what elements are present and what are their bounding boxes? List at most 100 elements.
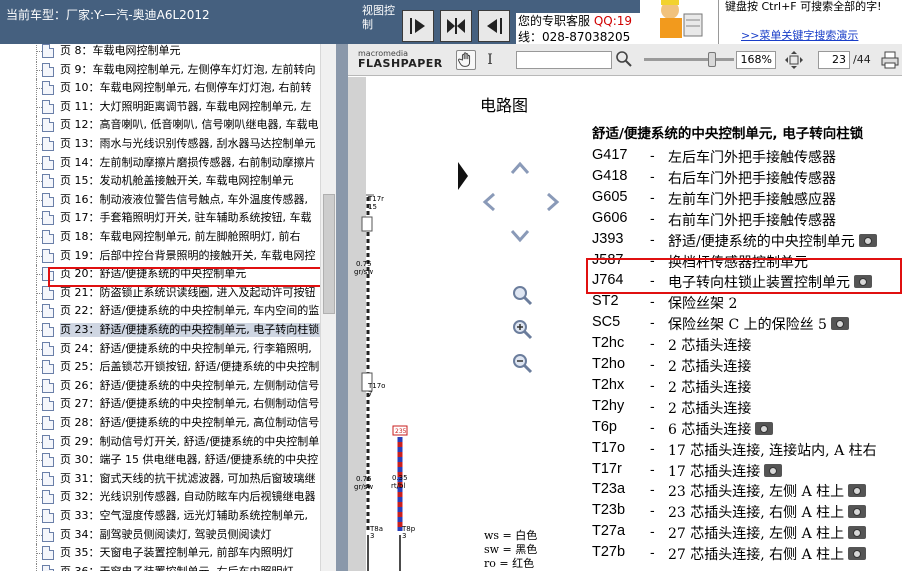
tree-item[interactable]: 页 17：手套箱照明灯开关, 驻车辅助系统按钮, 车载 [0,209,320,228]
tree-item[interactable]: 页 28：舒适/便捷系统的中央控制单元, 高位制动信号 [0,414,320,432]
tree-item-label[interactable]: 页 28：舒适/便捷系统的中央控制单元, 高位制动信号 [60,416,320,430]
tree-item-label[interactable]: 页 31：窗式天线的抗干扰滤波器, 可加热后窗玻璃继 [60,472,320,486]
tree-item-label[interactable]: 页 10：车载电网控制单元, 右侧停车灯灯泡, 右前转 [60,81,320,95]
tree-item-label[interactable]: 页 35：天窗电子装置控制单元, 前部车内照明灯 [60,546,320,560]
tree-item-label[interactable]: 页 19：后部中控台背景照明的接触开关, 车载电网控 [60,249,320,263]
collapse-arrow-icon[interactable] [458,162,468,190]
zoom-slider-track[interactable] [644,58,734,61]
camera-icon[interactable] [848,526,867,540]
tree-item[interactable]: 页 25：后盖锁芯开锁按钮, 舒适/便捷系统的中央控制 [0,358,320,377]
page-number-field[interactable]: 23 [818,51,850,69]
tree-item-label[interactable]: 页 24：舒适/便捷系统的中央控制单元, 行李箱照明, [60,342,320,356]
tree-item[interactable]: 页 12：高音喇叭, 低音喇叭, 信号喇叭继电器, 车载电 [0,116,320,135]
tree-item-label[interactable]: 页 13：雨水与光线识别传感器, 刮水器马达控制单元 [60,137,320,151]
zoom-out-icon[interactable] [511,352,533,374]
page-doc-icon [42,546,54,561]
tree-item-label[interactable]: 页 25：后盖锁芯开锁按钮, 舒适/便捷系统的中央控制 [60,360,320,374]
pan-right-icon[interactable] [541,191,563,213]
separator: - [650,188,655,205]
camera-icon[interactable] [858,233,877,247]
tree-scrollbar-thumb[interactable] [323,194,335,314]
wire-label-15: 3 [402,532,406,540]
tree-item-label[interactable]: 页 32：光线识别传感器, 自动防眩车内后视镜继电器 [60,490,320,504]
tree-item-label[interactable]: 页 30：端子 15 供电继电器, 舒适/便捷系统的中央控 [60,453,320,467]
tree-item[interactable]: 页 30：端子 15 供电继电器, 舒适/便捷系统的中央控 [0,451,320,470]
camera-icon[interactable] [848,484,867,498]
component-desc-text: 右后车门外把手接触传感器 [668,170,836,187]
page-doc-icon [42,397,54,412]
magnifier-icon[interactable] [511,284,533,306]
tree-item[interactable]: 页 24：舒适/便捷系统的中央控制单元, 行李箱照明, [0,339,320,358]
search-field[interactable] [516,51,612,69]
tree-item-label[interactable]: 页 27：舒适/便捷系统的中央控制单元, 右侧制动信号 [60,397,320,411]
zoom-slider-knob[interactable] [708,52,716,67]
tree-item[interactable]: 页 19：后部中控台背景照明的接触开关, 车载电网控 [0,246,320,265]
print-icon[interactable] [880,50,900,70]
go-right-button[interactable] [402,10,434,42]
tree-item[interactable]: 页 9：车载电网控制单元, 左侧停车灯灯泡, 左前转向 [0,60,320,79]
pan-down-icon[interactable] [509,224,531,246]
go-left-button[interactable] [478,10,510,42]
document-view[interactable]: T17r 15 0.75 gr/sw T17o 7 0.75 gr/sw 235… [348,77,902,571]
fit-page-icon[interactable] [784,50,804,70]
tree-scrollbar[interactable] [320,44,336,571]
tree-item[interactable]: 页 27：舒适/便捷系统的中央控制单元, 右侧制动信号 [0,395,320,414]
camera-icon[interactable] [755,421,774,435]
tree-item[interactable]: 页 15：发动机舱盖接触开关, 车载电网控制单元 [0,172,320,191]
tree-item[interactable]: 页 16：制动液液位警告信号触点, 车外温度传感器, [0,190,320,209]
tree-item[interactable]: 页 36：天窗电子装置控制单元, 右后车内照明灯 [0,562,320,571]
panel-divider[interactable] [336,44,348,571]
tree-item-label[interactable]: 页 17：手套箱照明灯开关, 驻车辅助系统按钮, 车载 [60,211,320,225]
zoom-in-icon[interactable] [511,318,533,340]
component-code: T27a [592,523,626,540]
split-view-button[interactable] [440,10,472,42]
tree-item[interactable]: 页 8：车载电网控制单元 [0,44,320,60]
tree-item-label[interactable]: 页 18：车载电网控制单元, 前左脚舱照明灯, 前右 [60,230,320,244]
support-label: 您的专职客服 [518,14,591,28]
flashpaper-toolbar: macromedia FLASHPAPER I 168% 23 /44 [348,44,902,76]
tree-item-label[interactable]: 页 15：发动机舱盖接触开关, 车载电网控制单元 [60,174,320,188]
tree-item[interactable]: 页 26：舒适/便捷系统的中央控制单元, 左侧制动信号 [0,376,320,395]
tree-item-label[interactable]: 页 16：制动液液位警告信号触点, 车外温度传感器, [60,193,320,207]
tree-item[interactable]: 页 29：制动信号灯开关, 舒适/便捷系统的中央控制单 [0,432,320,451]
tree-item-label[interactable]: 页 29：制动信号灯开关, 舒适/便捷系统的中央控制单 [60,435,320,449]
tree-item[interactable]: 页 13：雨水与光线识别传感器, 刮水器马达控制单元 [0,135,320,153]
camera-icon[interactable] [764,463,783,477]
support-qq[interactable]: QQ:19 [594,14,632,28]
ad-search-demo-link[interactable]: >>菜单关键字搜索演示 [741,27,858,43]
tree-item-label[interactable]: 页 11：大灯照明距离调节器, 车载电网控制单元, 左 [60,100,320,114]
tree-item[interactable]: 页 31：窗式天线的抗干扰滤波器, 可加热后窗玻璃继 [0,469,320,488]
camera-icon[interactable] [848,505,867,519]
tree-item-label[interactable]: 页 34：副驾驶员侧阅读灯, 驾驶员侧阅读灯 [60,528,320,542]
tree-item-label[interactable]: 页 36：天窗电子装置控制单元, 右后车内照明灯 [60,565,320,571]
tree-item[interactable]: 页 14：左前制动摩擦片磨损传感器, 右前制动摩擦片 [0,153,320,172]
tree-item[interactable]: 页 10：车载电网控制单元, 右侧停车灯灯泡, 右前转 [0,79,320,98]
search-icon[interactable] [614,49,634,69]
tree-item-label[interactable]: 页 9：车载电网控制单元, 左侧停车灯灯泡, 左前转向 [60,63,320,77]
tree-item-label[interactable]: 页 22：舒适/便捷系统的中央控制单元, 车内空间的监 [60,304,320,318]
tree-item-label[interactable]: 页 12：高音喇叭, 低音喇叭, 信号喇叭继电器, 车载电 [60,118,320,132]
separator: - [650,502,655,519]
tree-item[interactable]: 页 35：天窗电子装置控制单元, 前部车内照明灯 [0,544,320,563]
tree-item[interactable]: 页 18：车载电网控制单元, 前左脚舱照明灯, 前右 [0,228,320,246]
tree-item-label[interactable]: 页 23：舒适/便捷系统的中央控制单元, 电子转向柱锁 [60,323,320,337]
tree-item-label[interactable]: 页 8：车载电网控制单元 [60,44,320,58]
tree-item-label[interactable]: 页 21：防盗锁止系统识读线圈, 进入及起动许可按钮 [60,286,320,300]
tree-item[interactable]: 页 23：舒适/便捷系统的中央控制单元, 电子转向柱锁 [0,321,320,339]
tree-item[interactable]: 页 22：舒适/便捷系统的中央控制单元, 车内空间的监 [0,302,320,321]
tree-item[interactable]: 页 32：光线识别传感器, 自动防眩车内后视镜继电器 [0,488,320,507]
tree-item[interactable]: 页 33：空气湿度传感器, 远光灯辅助系统控制单元, [0,507,320,525]
tree-item-label[interactable]: 页 14：左前制动摩擦片磨损传感器, 右前制动摩擦片 [60,156,320,170]
zoom-level-field[interactable]: 168% [736,51,776,69]
pan-left-icon[interactable] [479,191,501,213]
camera-icon[interactable] [830,317,849,331]
tree-item-label[interactable]: 页 33：空气湿度传感器, 远光灯辅助系统控制单元, [60,509,320,523]
text-select-tool-button[interactable]: I [480,50,500,70]
tree-item[interactable]: 页 34：副驾驶员侧阅读灯, 驾驶员侧阅读灯 [0,525,320,544]
separator: - [650,356,655,372]
tree-item-label[interactable]: 页 26：舒适/便捷系统的中央控制单元, 左侧制动信号 [60,379,320,393]
pan-up-icon[interactable] [509,158,531,180]
hand-tool-button[interactable] [456,50,476,70]
tree-item[interactable]: 页 11：大灯照明距离调节器, 车载电网控制单元, 左 [0,97,320,116]
camera-icon[interactable] [848,547,867,561]
